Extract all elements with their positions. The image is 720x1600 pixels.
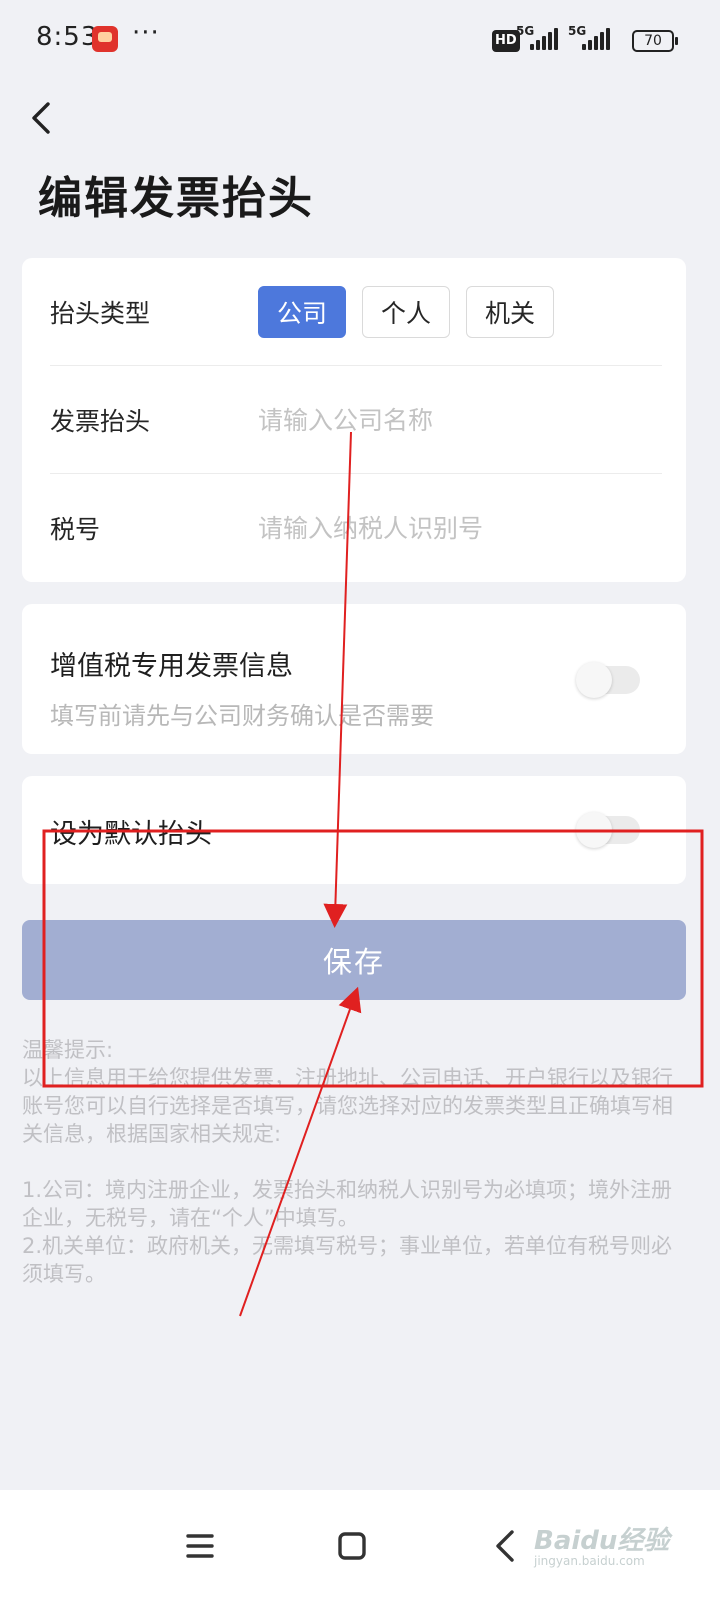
default-header-toggle[interactable] [576,812,640,848]
header-type-label: 抬头类型 [50,299,151,328]
back-button[interactable] [22,96,62,140]
battery-icon: 70 [632,30,678,52]
toggle-knob [576,662,612,698]
status-bar: 8:53 ··· HD 5G 5G 70 [0,0,720,80]
vat-info-title: 增值税专用发票信息 [50,651,293,682]
menu-icon [186,1534,214,1558]
status-more-icon: ··· [132,18,160,48]
battery-level: 70 [644,33,662,49]
signal-strength-1-icon [530,28,560,50]
type-option-company[interactable]: 公司 [258,286,346,338]
type-option-personal[interactable]: 个人 [362,286,450,338]
nav-menu-button[interactable] [178,1524,222,1568]
tax-number-input[interactable] [258,502,658,554]
taobao-app-icon [92,26,118,52]
baidu-jingyan-watermark: Baidu经验 jingyan.baidu.com [534,1508,684,1578]
header-type-row: 抬头类型 公司 个人 机关 [50,258,662,366]
back-triangle-icon [496,1530,514,1562]
nav-back-button[interactable] [484,1524,528,1568]
default-header-card: 设为默认抬头 [22,776,686,884]
signal-strength-2-icon [582,28,612,50]
vat-info-subtitle: 填写前请先与公司财务确认是否需要 [50,702,434,730]
tips-text: 温馨提示: 以上信息用于给您提供发票，注册地址、公司电话、开户银行以及银行账号您… [22,1038,673,1286]
page-title: 编辑发票抬头 [38,173,314,224]
invoice-title-row: 发票抬头 [50,366,662,474]
watermark-brand: Baidu经验 [534,1526,670,1556]
invoice-form-card: 抬头类型 公司 个人 机关 发票抬头 税号 [22,258,686,582]
vat-info-card: 增值税专用发票信息 填写前请先与公司财务确认是否需要 [22,604,686,754]
chevron-left-icon [32,102,50,134]
save-button[interactable]: 保存 [22,920,686,1000]
vat-info-toggle[interactable] [576,662,640,698]
watermark-url: jingyan.baidu.com [534,1554,645,1568]
tax-number-row: 税号 [50,474,662,582]
invoice-title-label: 发票抬头 [50,407,151,436]
company-name-input[interactable] [258,394,658,446]
tax-number-label: 税号 [50,515,101,544]
toggle-knob [576,812,612,848]
home-square-icon [338,1532,366,1560]
nav-home-button[interactable] [330,1524,374,1568]
default-header-label: 设为默认抬头 [50,819,212,850]
type-option-government[interactable]: 机关 [466,286,554,338]
status-time: 8:53 [36,22,99,52]
